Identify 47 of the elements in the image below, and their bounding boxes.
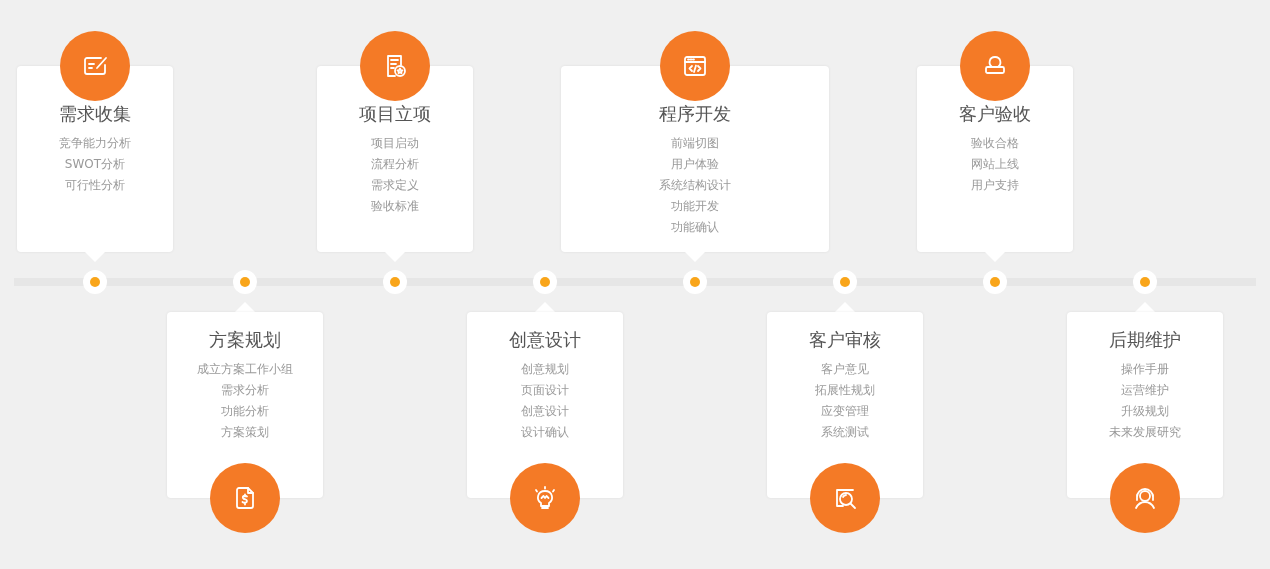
step-item: 未来发展研究 xyxy=(1108,424,1182,441)
step-item: SWOT分析 xyxy=(63,156,127,173)
step-item: 拓展性规划 xyxy=(814,382,876,399)
step-item: 项目启动 xyxy=(370,135,420,152)
step-item: 用户体验 xyxy=(670,156,720,173)
step-item: 方案策划 xyxy=(220,424,270,441)
timeline-dot xyxy=(83,270,107,294)
step-item: 客户意见 xyxy=(820,361,870,378)
step-title: 客户审核 xyxy=(808,329,882,351)
step-item: 功能确认 xyxy=(670,219,720,236)
step-item: 创意规划 xyxy=(520,361,570,378)
step-item: 验收合格 xyxy=(970,135,1020,152)
step-item: 需求分析 xyxy=(220,382,270,399)
timeline-dot xyxy=(233,270,257,294)
step-title: 需求收集 xyxy=(58,103,132,125)
step-title: 创意设计 xyxy=(508,329,582,351)
timeline-dot xyxy=(683,270,707,294)
step-item: 系统结构设计 xyxy=(658,177,732,194)
step-item: 验收标准 xyxy=(370,198,420,215)
step-title: 程序开发 xyxy=(658,103,732,125)
step-item: 前端切图 xyxy=(670,135,720,152)
step-item: 系统测试 xyxy=(820,424,870,441)
step-item: 可行性分析 xyxy=(64,177,126,194)
step-item: 流程分析 xyxy=(370,156,420,173)
timeline-dot xyxy=(833,270,857,294)
step-item: 运营维护 xyxy=(1120,382,1170,399)
step-title: 方案规划 xyxy=(208,329,282,351)
step-title: 项目立项 xyxy=(358,103,432,125)
step-item: 应变管理 xyxy=(820,403,870,420)
step-title: 后期维护 xyxy=(1108,329,1182,351)
step-item: 竞争能力分析 xyxy=(58,135,132,152)
step-item: 功能分析 xyxy=(220,403,270,420)
step-item: 成立方案工作小组 xyxy=(196,361,294,378)
timeline-dot xyxy=(983,270,1007,294)
timeline-dot xyxy=(383,270,407,294)
step-item: 升级规划 xyxy=(1120,403,1170,420)
step-title: 客户验收 xyxy=(958,103,1032,125)
timeline-dot xyxy=(533,270,557,294)
step-item: 操作手册 xyxy=(1120,361,1170,378)
step-item: 需求定义 xyxy=(370,177,420,194)
timeline-dot xyxy=(1133,270,1157,294)
step-item: 功能开发 xyxy=(670,198,720,215)
step-item: 用户支持 xyxy=(970,177,1020,194)
step-item: 网站上线 xyxy=(970,156,1020,173)
step-item: 设计确认 xyxy=(520,424,570,441)
step-item: 创意设计 xyxy=(520,403,570,420)
step-item: 页面设计 xyxy=(520,382,570,399)
